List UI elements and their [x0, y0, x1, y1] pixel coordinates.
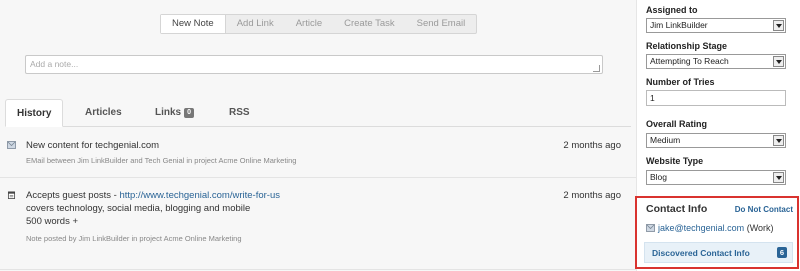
history-entry: Accepts guest posts - http://www.techgen… — [0, 178, 636, 270]
tries-label: Number of Tries — [646, 77, 715, 87]
assigned-label: Assigned to — [646, 5, 698, 15]
note-icon — [7, 191, 16, 199]
history-entry: New content for techgenial.com 2 months … — [0, 128, 636, 178]
send-email-button[interactable]: Send Email — [406, 15, 477, 33]
type-label: Website Type — [646, 156, 704, 166]
assigned-select[interactable]: Jim LinkBuilder — [646, 18, 786, 33]
contact-info-title: Contact Info — [646, 203, 708, 215]
assigned-value: Jim LinkBuilder — [650, 20, 708, 30]
stage-label: Relationship Stage — [646, 41, 728, 51]
entry-line: covers technology, social media, bloggin… — [26, 203, 251, 214]
history-list: New content for techgenial.com 2 months … — [0, 128, 636, 270]
entry-title: Accepts guest posts - http://www.techgen… — [26, 190, 280, 201]
contact-email-kind: (Work) — [746, 223, 774, 233]
discovered-count-badge: 6 — [776, 247, 787, 258]
chevron-down-icon[interactable] — [773, 20, 784, 31]
entry-title-prefix: Accepts guest posts - — [26, 190, 120, 201]
envelope-icon — [646, 224, 655, 232]
tab-articles[interactable]: Articles — [85, 99, 122, 127]
main-panel: New Note Add Link Article Create Task Se… — [0, 0, 636, 271]
rating-label: Overall Rating — [646, 119, 708, 129]
action-bar: New Note Add Link Article Create Task Se… — [160, 14, 478, 34]
entry-title-link[interactable]: http://www.techgenial.com/write-for-us — [119, 190, 280, 201]
do-not-contact-link[interactable]: Do Not Contact — [735, 205, 793, 214]
note-placeholder: Add a note... — [30, 59, 79, 69]
envelope-icon — [7, 141, 16, 149]
note-input[interactable]: Add a note... — [25, 55, 603, 74]
rating-select[interactable]: Medium — [646, 133, 786, 148]
chevron-down-icon[interactable] — [773, 135, 784, 146]
tries-input[interactable]: 1 — [646, 90, 786, 106]
contact-info-panel: Contact Info Do Not Contact jake@techgen… — [635, 196, 799, 269]
article-button[interactable]: Article — [285, 15, 333, 33]
stage-value: Attempting To Reach — [650, 56, 729, 66]
chevron-down-icon[interactable] — [773, 56, 784, 67]
tab-links[interactable]: Links 0 — [155, 99, 195, 127]
tab-links-label: Links — [155, 107, 182, 118]
entry-line: 500 words + — [26, 216, 79, 227]
entry-time: 2 months ago — [563, 190, 621, 201]
entry-subtitle: Note posted by Jim LinkBuilder in projec… — [26, 234, 242, 243]
history-tabs: History Articles Links 0 RSS — [5, 99, 631, 127]
discovered-contact-info-button[interactable]: Discovered Contact Info 6 — [644, 242, 793, 263]
tab-rss[interactable]: RSS — [229, 99, 250, 127]
chevron-down-icon[interactable] — [773, 172, 784, 183]
create-task-button[interactable]: Create Task — [333, 15, 406, 33]
discovered-contact-info-label: Discovered Contact Info — [652, 248, 750, 258]
contact-email-link[interactable]: jake@techgenial.com — [658, 223, 744, 233]
tab-history[interactable]: History — [5, 99, 64, 127]
type-value: Blog — [650, 172, 668, 182]
entry-subtitle: EMail between Jim LinkBuilder and Tech G… — [26, 156, 297, 165]
contact-email-row: jake@techgenial.com (Work) — [646, 223, 774, 233]
new-note-button[interactable]: New Note — [161, 15, 226, 33]
add-link-button[interactable]: Add Link — [226, 15, 285, 33]
rating-value: Medium — [650, 135, 681, 145]
links-count-badge: 0 — [184, 108, 195, 118]
entry-title[interactable]: New content for techgenial.com — [26, 140, 159, 151]
resize-grip-icon[interactable] — [593, 65, 600, 72]
entry-time: 2 months ago — [563, 140, 621, 151]
stage-select[interactable]: Attempting To Reach — [646, 54, 786, 69]
type-select[interactable]: Blog — [646, 170, 786, 185]
